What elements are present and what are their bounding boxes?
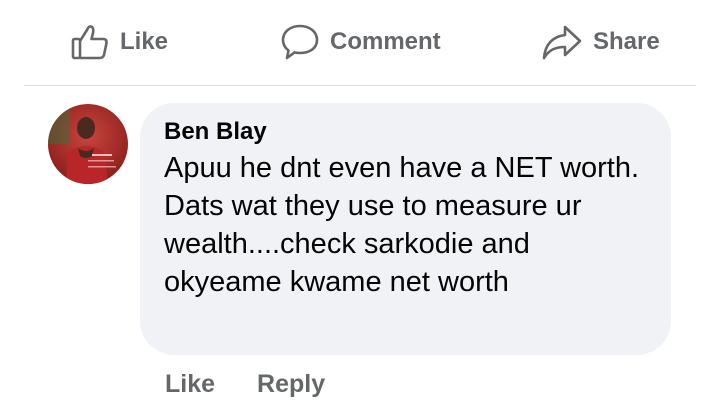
comment-text: Apuu he dnt even have a NET worth. Dats … — [164, 152, 640, 298]
share-arrow-icon — [541, 22, 583, 62]
comment-reply-button[interactable]: Reply — [257, 370, 325, 399]
divider — [24, 85, 696, 86]
post-action-bar: Like Comment Share — [0, 0, 720, 84]
comment-label: Comment — [330, 28, 441, 55]
like-label: Like — [120, 28, 169, 55]
comment-author[interactable]: Ben Blay — [164, 117, 649, 149]
comment-actions: Like Reply — [165, 366, 325, 402]
share-button[interactable]: Share — [541, 20, 660, 64]
comment-button[interactable]: Comment — [280, 20, 441, 64]
like-button[interactable]: Like — [70, 20, 168, 64]
avatar[interactable] — [48, 104, 128, 184]
share-label: Share — [593, 28, 660, 55]
comment-like-button[interactable]: Like — [165, 370, 215, 399]
speech-bubble-icon — [280, 22, 320, 62]
comment-bubble: Ben Blay Apuu he dnt even have a NET wor… — [140, 103, 671, 355]
thumbs-up-icon — [70, 22, 110, 62]
